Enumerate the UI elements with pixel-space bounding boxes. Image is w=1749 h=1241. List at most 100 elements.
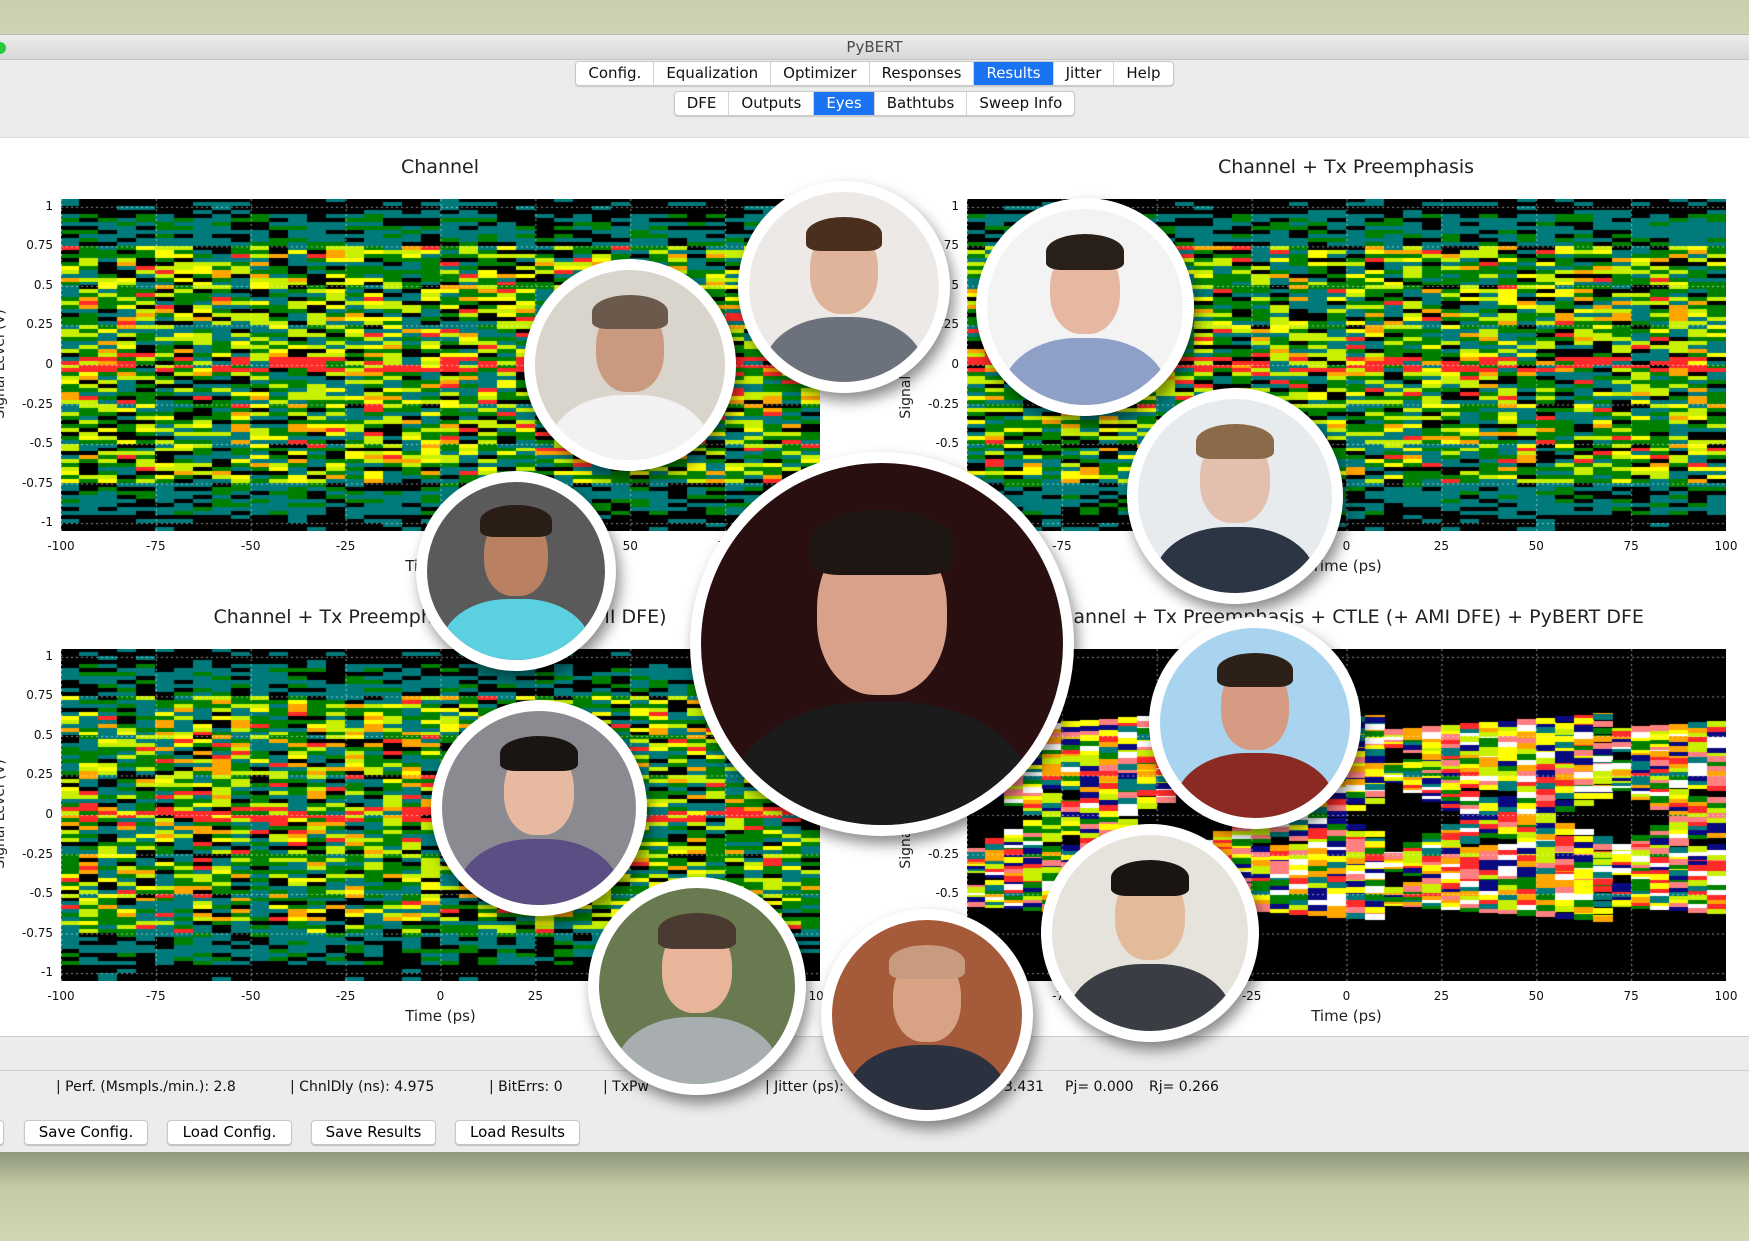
y-tick-label: -0.25	[927, 846, 959, 861]
clipped-button[interactable]	[0, 1120, 4, 1145]
tab-config[interactable]: Config.	[576, 62, 655, 85]
photo-smiling-man-plaid	[976, 198, 1194, 416]
main-tabs: Config. Equalization Optimizer Responses Res…	[575, 61, 1174, 86]
portrait-body	[1153, 527, 1317, 593]
y-tick-label: -0.5	[935, 436, 959, 451]
subtab-dfe[interactable]: DFE	[675, 92, 730, 115]
y-tick-label: -0.75	[21, 475, 53, 490]
main-tab-bar: Config. Equalization Optimizer Responses Res…	[0, 61, 1749, 86]
photo-father-son	[524, 259, 736, 471]
x-tick-label: 0	[1342, 989, 1351, 1003]
window-title: PyBERT	[846, 38, 903, 56]
portrait-hair	[500, 736, 578, 772]
subtab-sweep-info[interactable]: Sweep Info	[967, 92, 1074, 115]
portrait-body	[1002, 338, 1168, 405]
y-tick-label: 0.75	[26, 238, 53, 253]
portrait-hair	[1045, 234, 1125, 270]
save-config-button[interactable]: Save Config.	[24, 1120, 148, 1145]
portrait-body	[764, 317, 924, 382]
portrait-body	[1067, 964, 1233, 1031]
portrait-body	[847, 1045, 1007, 1110]
tab-responses[interactable]: Responses	[870, 62, 975, 85]
status-jitter-value: 3.431	[1004, 1079, 1045, 1095]
y-tick-label: -1	[41, 515, 53, 530]
tab-results[interactable]: Results	[974, 62, 1054, 85]
x-tick-label: -75	[1052, 539, 1072, 553]
x-tick-label: 75	[1623, 539, 1639, 553]
y-axis-label: Signal Level (V)	[0, 309, 8, 419]
photo-mother-daughter	[431, 700, 647, 916]
portrait-hair	[809, 510, 955, 576]
portrait-hair	[657, 913, 737, 949]
x-tick-label: -100	[47, 539, 75, 553]
subtab-eyes[interactable]: Eyes	[814, 92, 875, 115]
portrait-hair	[480, 505, 552, 538]
y-tick-label: -0.25	[927, 396, 959, 411]
photo-young-man-scarf	[1041, 824, 1259, 1042]
y-tick-label: -0.75	[21, 925, 53, 940]
x-tick-label: 0	[436, 989, 445, 1003]
x-tick-label: -25	[335, 989, 356, 1003]
y-tick-label: 0.5	[33, 727, 53, 742]
y-tick-label: 0.25	[26, 767, 53, 782]
window-zoom-button[interactable]	[0, 42, 6, 54]
portrait-hair	[1217, 652, 1293, 687]
x-tick-label: -75	[146, 539, 166, 553]
portrait-hair	[1110, 860, 1190, 896]
portrait-body	[550, 395, 710, 460]
x-tick-label: 0	[1342, 539, 1351, 553]
tab-jitter[interactable]: Jitter	[1054, 62, 1115, 85]
plot-title: Channel	[400, 156, 480, 178]
subtab-bathtubs[interactable]: Bathtubs	[875, 92, 968, 115]
portrait-body	[729, 701, 1035, 825]
x-tick-label: 100	[1714, 539, 1738, 553]
portrait-body	[1175, 753, 1335, 818]
status-bit-errors: | BitErrs: 0	[489, 1079, 563, 1095]
x-tick-label: 50	[1528, 989, 1544, 1003]
y-tick-label: 0.75	[26, 688, 53, 703]
load-config-button[interactable]: Load Config.	[167, 1120, 292, 1145]
portrait-hair	[1196, 424, 1274, 460]
portrait-hair	[889, 944, 965, 979]
y-tick-label: 0	[45, 807, 53, 821]
y-tick-label: -1	[41, 965, 53, 980]
portrait-hair	[592, 294, 668, 329]
portrait-body	[457, 839, 621, 905]
portrait-hair	[806, 216, 882, 251]
tab-optimizer[interactable]: Optimizer	[771, 62, 870, 85]
photo-man-glasses-outdoor	[588, 877, 806, 1095]
desktop-background	[0, 1152, 1749, 1241]
x-tick-label: 25	[527, 989, 544, 1003]
x-tick-label: 25	[1433, 539, 1450, 553]
y-tick-label: 0	[45, 357, 53, 371]
tab-equalization[interactable]: Equalization	[654, 62, 772, 85]
tab-help[interactable]: Help	[1114, 62, 1172, 85]
x-tick-label: 100	[1714, 989, 1738, 1003]
y-axis-label: Signal Level (V)	[0, 759, 8, 869]
results-subtab-bar: DFE Outputs Eyes Bathtubs Sweep Info	[0, 91, 1749, 116]
photo-bearded-man	[738, 181, 950, 393]
save-results-button[interactable]: Save Results	[311, 1120, 436, 1145]
results-subtabs: DFE Outputs Eyes Bathtubs Sweep Info	[673, 91, 1076, 116]
y-tick-label: 1	[45, 198, 53, 213]
plot-title: Channel + Tx Preemphasis	[1217, 156, 1475, 178]
x-tick-label: -50	[240, 989, 261, 1003]
x-tick-label: 75	[1623, 989, 1639, 1003]
x-tick-label: -100	[47, 989, 75, 1003]
load-results-button[interactable]: Load Results	[455, 1120, 580, 1145]
subtab-outputs[interactable]: Outputs	[729, 92, 815, 115]
x-tick-label: -50	[240, 539, 261, 553]
photo-bald-man-glasses	[821, 909, 1033, 1121]
y-tick-label: -0.5	[935, 886, 959, 901]
x-tick-label: -25	[335, 539, 356, 553]
status-rj: Rj= 0.266	[1149, 1079, 1219, 1095]
photo-man-red-shirt	[1149, 617, 1361, 829]
x-tick-label: -75	[146, 989, 166, 1003]
status-pj: Pj= 0.000	[1065, 1079, 1134, 1095]
status-channel-delay: | ChnlDly (ns): 4.975	[290, 1079, 435, 1095]
photo-man-glasses-beard	[1127, 388, 1343, 604]
x-tick-label: 50	[1528, 539, 1544, 553]
x-tick-label: 50	[622, 539, 638, 553]
x-axis-label: Time (ps)	[1311, 1007, 1382, 1025]
y-tick-label: -0.5	[29, 436, 53, 451]
